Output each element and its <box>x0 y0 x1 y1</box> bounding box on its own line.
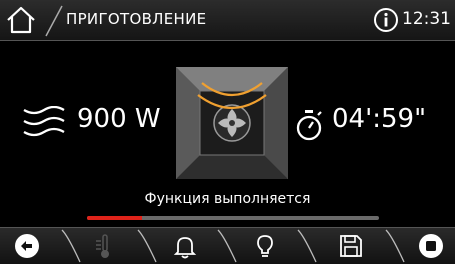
top-bar: ПРИГОТОВЛЕНИЕ 12:31 <box>0 0 455 41</box>
bulb-icon <box>257 235 273 257</box>
microwave-waves-icon <box>23 106 65 137</box>
stop-icon <box>419 234 443 258</box>
divider <box>61 229 81 263</box>
status-text: Функция выполняется <box>144 191 311 207</box>
light-button[interactable] <box>246 230 284 262</box>
progress-bar <box>87 216 379 220</box>
divider <box>137 229 157 263</box>
back-icon <box>15 234 39 258</box>
save-icon <box>340 235 362 257</box>
progress-fill <box>87 216 143 220</box>
home-button[interactable] <box>0 0 48 40</box>
divider <box>297 229 317 263</box>
remaining-time: 04':59" <box>332 104 427 134</box>
info-icon <box>374 8 398 32</box>
stop-button[interactable] <box>412 230 450 262</box>
thermometer-icon <box>96 234 109 258</box>
divider <box>217 229 237 263</box>
info-button[interactable] <box>373 7 399 33</box>
alarm-button[interactable] <box>166 230 204 262</box>
oven-fan-icon <box>176 67 288 179</box>
title-divider <box>45 5 63 37</box>
bottom-bar <box>0 227 455 264</box>
divider <box>385 229 405 263</box>
back-button[interactable] <box>8 230 46 262</box>
temperature-button[interactable] <box>86 230 124 262</box>
clock-time: 12:31 <box>402 9 451 29</box>
save-button[interactable] <box>332 230 370 262</box>
home-icon <box>7 6 35 34</box>
power-value: 900 W <box>77 104 161 134</box>
stopwatch-icon <box>296 110 322 141</box>
bell-icon <box>173 237 197 259</box>
page-title: ПРИГОТОВЛЕНИЕ <box>66 10 207 28</box>
